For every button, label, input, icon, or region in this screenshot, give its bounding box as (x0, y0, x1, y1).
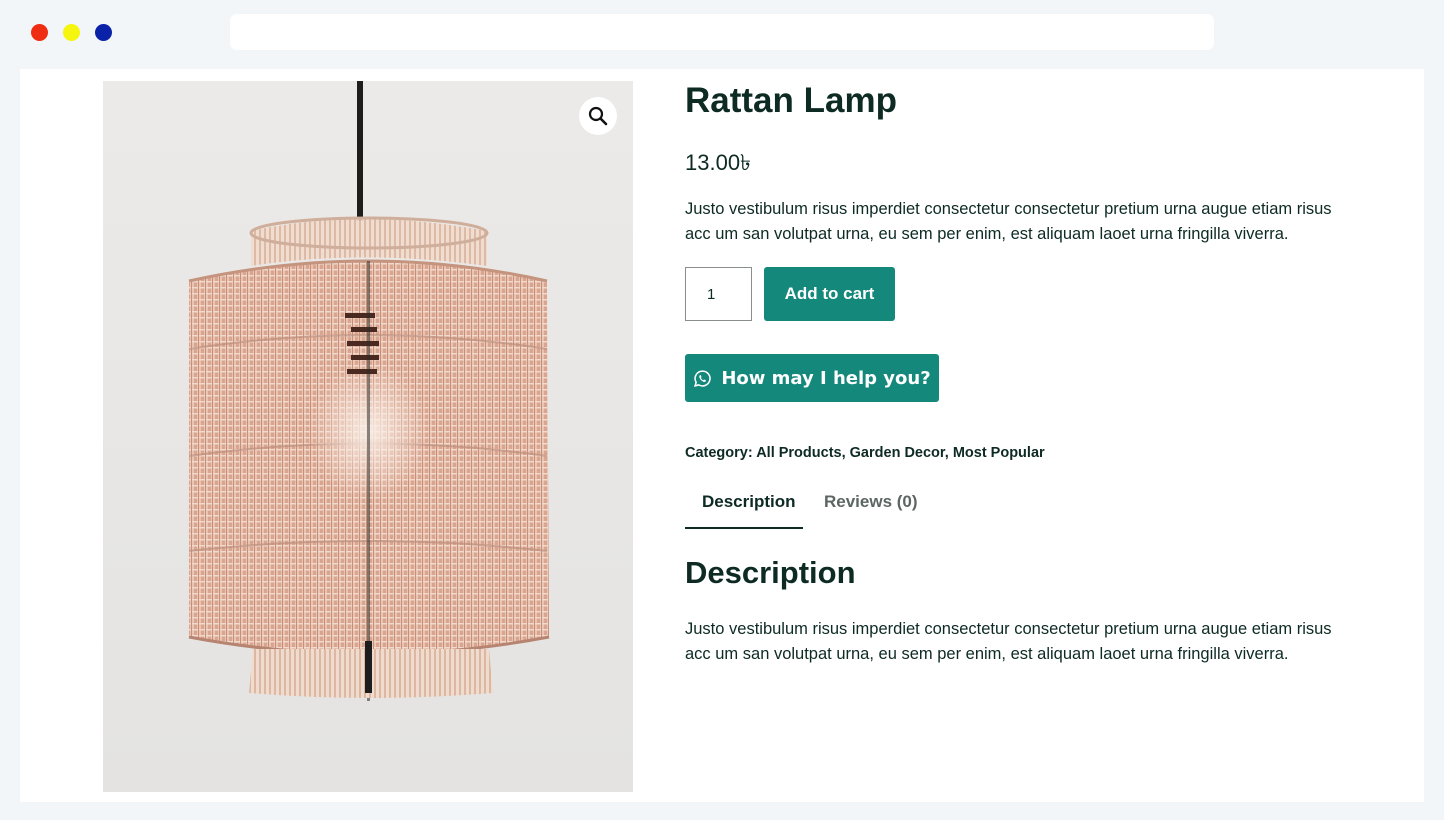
product-categories: Category: All Products, Garden Decor, Mo… (685, 445, 1045, 461)
tab-reviews[interactable]: Reviews (0) (824, 492, 918, 512)
category-link-most-popular[interactable]: Most Popular (953, 445, 1045, 461)
product-tabs: Description Reviews (0) (685, 492, 985, 529)
category-separator: , (944, 445, 953, 461)
help-button-label: How may I help you? (721, 367, 931, 389)
add-to-cart-button[interactable]: Add to cart (764, 267, 895, 321)
category-link-garden-decor[interactable]: Garden Decor (850, 445, 945, 461)
category-label: Category: (685, 445, 753, 461)
quantity-input[interactable] (685, 267, 752, 321)
zoom-icon (588, 106, 608, 126)
tab-description[interactable]: Description (702, 492, 796, 512)
whatsapp-help-button[interactable]: How may I help you? (685, 354, 939, 402)
active-tab-indicator (685, 527, 803, 529)
product-short-description: Justo vestibulum risus imperdiet consect… (685, 200, 1332, 243)
maximize-window-dot[interactable] (95, 24, 112, 41)
category-separator: , (841, 445, 850, 461)
description-heading: Description (685, 555, 856, 590)
page-viewport: Rattan Lamp 13.00৳ Justo vestibulum risu… (20, 69, 1424, 802)
category-link-all-products[interactable]: All Products (756, 445, 841, 461)
zoom-button[interactable] (579, 97, 617, 135)
product-title: Rattan Lamp (685, 81, 897, 120)
product-image[interactable] (103, 81, 633, 792)
rattan-lamp-photo (188, 81, 550, 701)
description-text: Justo vestibulum risus imperdiet consect… (685, 620, 1332, 663)
close-window-dot[interactable] (31, 24, 48, 41)
product-price: 13.00৳ (685, 150, 752, 175)
browser-window: Rattan Lamp 13.00৳ Justo vestibulum risu… (0, 0, 1444, 820)
minimize-window-dot[interactable] (63, 24, 80, 41)
address-bar[interactable] (230, 14, 1214, 50)
whatsapp-icon (694, 369, 712, 387)
